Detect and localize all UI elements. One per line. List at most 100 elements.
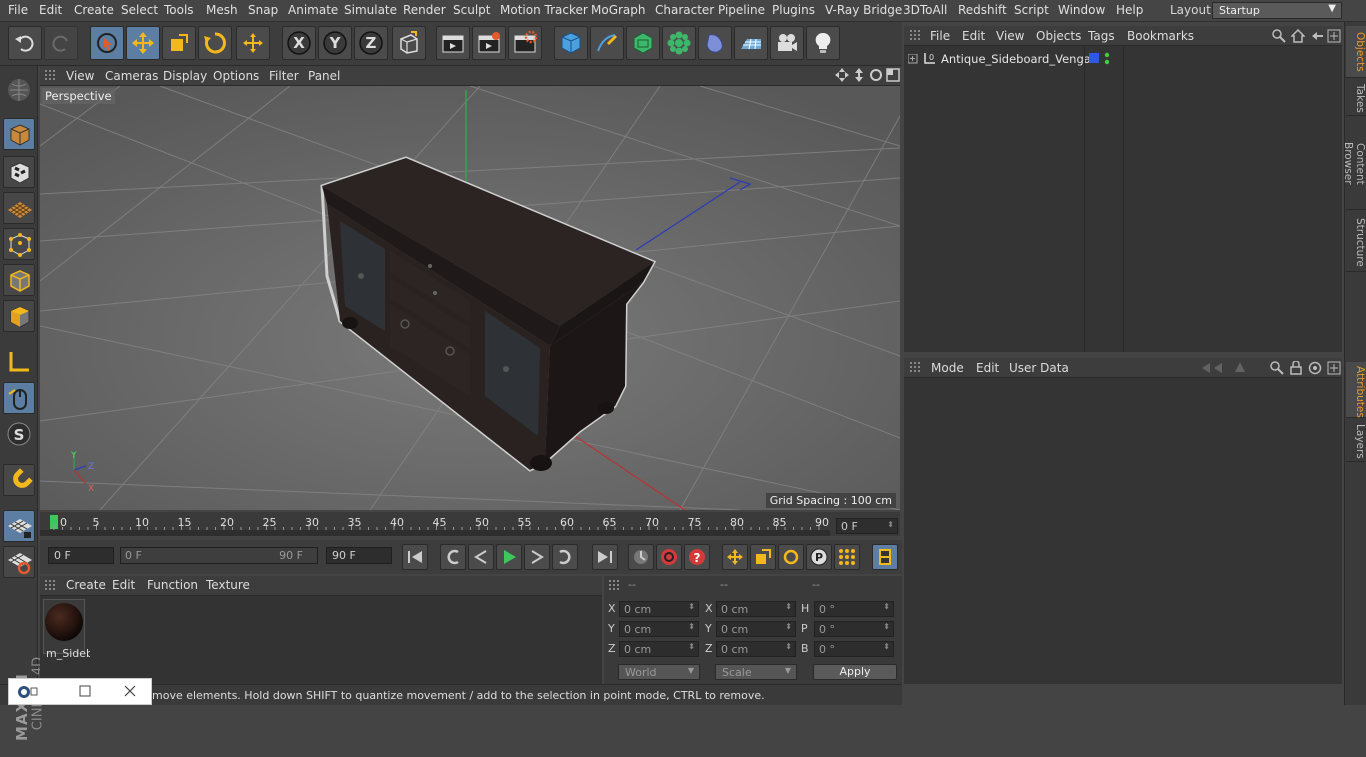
target-icon[interactable]: [1308, 361, 1322, 378]
subdivision-surface-icon[interactable]: [626, 26, 660, 60]
enable-snap-icon[interactable]: [3, 546, 35, 578]
close-icon[interactable]: [123, 684, 137, 701]
pla-key-icon[interactable]: [834, 544, 860, 570]
menu-create[interactable]: Create: [74, 3, 114, 17]
home-icon[interactable]: [1290, 28, 1306, 46]
points-mode-icon[interactable]: [3, 228, 35, 260]
visibility-dots-icon[interactable]: [1104, 52, 1110, 69]
menu-tools[interactable]: Tools: [164, 3, 194, 17]
rot-h-field[interactable]: 0 ° ⬍: [814, 601, 894, 617]
expand-icon[interactable]: [907, 53, 918, 67]
maximize-icon[interactable]: [79, 685, 91, 700]
start-frame-field[interactable]: 0 F: [48, 547, 114, 564]
edges-mode-icon[interactable]: [3, 264, 35, 296]
panel-grip-icon[interactable]: [910, 362, 922, 374]
menu-simulate[interactable]: Simulate: [344, 3, 397, 17]
back-icon[interactable]: [1310, 29, 1324, 46]
transform-icon[interactable]: [236, 26, 270, 60]
search-icon[interactable]: [1270, 361, 1284, 378]
previous-keyframe-icon[interactable]: [440, 544, 466, 570]
new-panel-icon[interactable]: [1327, 29, 1341, 46]
y-axis-button[interactable]: Y: [318, 26, 352, 60]
layout-select[interactable]: Startup ▼: [1212, 2, 1342, 19]
viewport-dolly-icon[interactable]: [852, 68, 866, 85]
x-axis-button[interactable]: X: [282, 26, 316, 60]
live-select-icon[interactable]: [90, 26, 124, 60]
scale-icon[interactable]: [162, 26, 196, 60]
go-to-end-icon[interactable]: [592, 544, 618, 570]
menu-file[interactable]: File: [8, 3, 28, 17]
size-z-field[interactable]: 0 cm ⬍: [716, 641, 796, 657]
pos-y-field[interactable]: 0 cm ⬍: [619, 621, 699, 637]
render-picture-viewer-icon[interactable]: [472, 26, 506, 60]
z-axis-button[interactable]: Z: [354, 26, 388, 60]
next-frame-icon[interactable]: [524, 544, 550, 570]
tab-structure[interactable]: Structure: [1346, 214, 1366, 272]
go-to-start-icon[interactable]: [402, 544, 428, 570]
tab-layers[interactable]: Layers: [1346, 420, 1366, 462]
up-arrow-icon[interactable]: [1234, 361, 1246, 376]
rot-p-field[interactable]: 0 ° ⬍: [814, 621, 894, 637]
autokey-icon[interactable]: [628, 544, 654, 570]
viewport-menu-cameras[interactable]: Cameras: [105, 69, 158, 83]
deformer-icon[interactable]: [698, 26, 732, 60]
param-key-icon[interactable]: P: [806, 544, 832, 570]
objects-menu-edit[interactable]: Edit: [962, 29, 985, 43]
current-frame-field[interactable]: 0 F ⬍: [836, 518, 898, 534]
size-y-field[interactable]: 0 cm ⬍: [716, 621, 796, 637]
world-coordinates-icon[interactable]: [392, 26, 426, 60]
scale-key-icon[interactable]: [750, 544, 776, 570]
panel-grip-icon[interactable]: [910, 30, 922, 42]
workplane-icon[interactable]: [3, 192, 35, 224]
cloner-icon[interactable]: [662, 26, 696, 60]
panel-grip-icon[interactable]: [45, 580, 57, 592]
tab-content-browser[interactable]: Content Browser: [1342, 118, 1366, 210]
pen-spline-icon[interactable]: [590, 26, 624, 60]
play-icon[interactable]: [496, 544, 522, 570]
attributes-menu-edit[interactable]: Edit: [976, 361, 999, 375]
back-arrow-icon[interactable]: [1200, 362, 1230, 377]
viewport-menu-view[interactable]: View: [66, 69, 94, 83]
render-view-icon[interactable]: [436, 26, 470, 60]
menu-plugins[interactable]: Plugins: [772, 3, 815, 17]
menu-motion-tracker[interactable]: Motion Tracker: [500, 3, 588, 17]
material-menu-texture[interactable]: Texture: [206, 578, 250, 592]
timeline-icon[interactable]: [872, 544, 898, 570]
menu-select[interactable]: Select: [121, 3, 158, 17]
material-menu-edit[interactable]: Edit: [112, 578, 135, 592]
tweak-mode-icon[interactable]: [3, 382, 35, 414]
menu-snap[interactable]: Snap: [248, 3, 278, 17]
new-panel-icon[interactable]: [1327, 361, 1341, 378]
lock-icon[interactable]: [1290, 360, 1302, 378]
pos-x-field[interactable]: 0 cm ⬍: [619, 601, 699, 617]
frame-range-slider[interactable]: 0 F 90 F: [120, 547, 318, 564]
end-frame-field[interactable]: 90 F: [326, 547, 392, 564]
texture-mode-icon[interactable]: [3, 156, 35, 188]
material-swatch[interactable]: m_Sideb: [43, 599, 90, 660]
material-menu-create[interactable]: Create: [66, 578, 106, 592]
material-menu-function[interactable]: Function: [147, 578, 198, 592]
move-icon[interactable]: [126, 26, 160, 60]
perspective-viewport[interactable]: Y Z X Perspective Grid Spacing : 100 cm: [40, 86, 900, 510]
menu-mesh[interactable]: Mesh: [206, 3, 238, 17]
undo-icon[interactable]: [8, 26, 42, 60]
pos-z-field[interactable]: 0 cm ⬍: [619, 641, 699, 657]
viewport-rotate-icon[interactable]: [869, 68, 883, 85]
size-mode-select[interactable]: Scale ▼: [715, 664, 797, 680]
cinema4d-app-icon[interactable]: [17, 685, 39, 702]
objects-menu-view[interactable]: View: [996, 29, 1024, 43]
cube-primitive-icon[interactable]: [554, 26, 588, 60]
menu-animate[interactable]: Animate: [288, 3, 338, 17]
menu-script[interactable]: Script: [1014, 3, 1049, 17]
move-key-icon[interactable]: [722, 544, 748, 570]
objects-menu-tags[interactable]: Tags: [1088, 29, 1115, 43]
snap-icon[interactable]: S: [3, 418, 35, 450]
timeline-ruler[interactable]: 0 5 10 15 20 25 30 35 40 45 50 55 60 65 70 75 80 85 90 0 F…: [40, 512, 900, 536]
panel-grip-icon[interactable]: [45, 70, 57, 82]
menu-character[interactable]: Character: [655, 3, 714, 17]
layer-color-swatch[interactable]: [1089, 53, 1099, 63]
coordinate-system-select[interactable]: World ▼: [618, 664, 700, 680]
menu-vray-bridge[interactable]: V-Ray Bridge: [825, 3, 902, 17]
search-icon[interactable]: [1272, 29, 1286, 46]
make-editable-icon[interactable]: [3, 74, 35, 106]
